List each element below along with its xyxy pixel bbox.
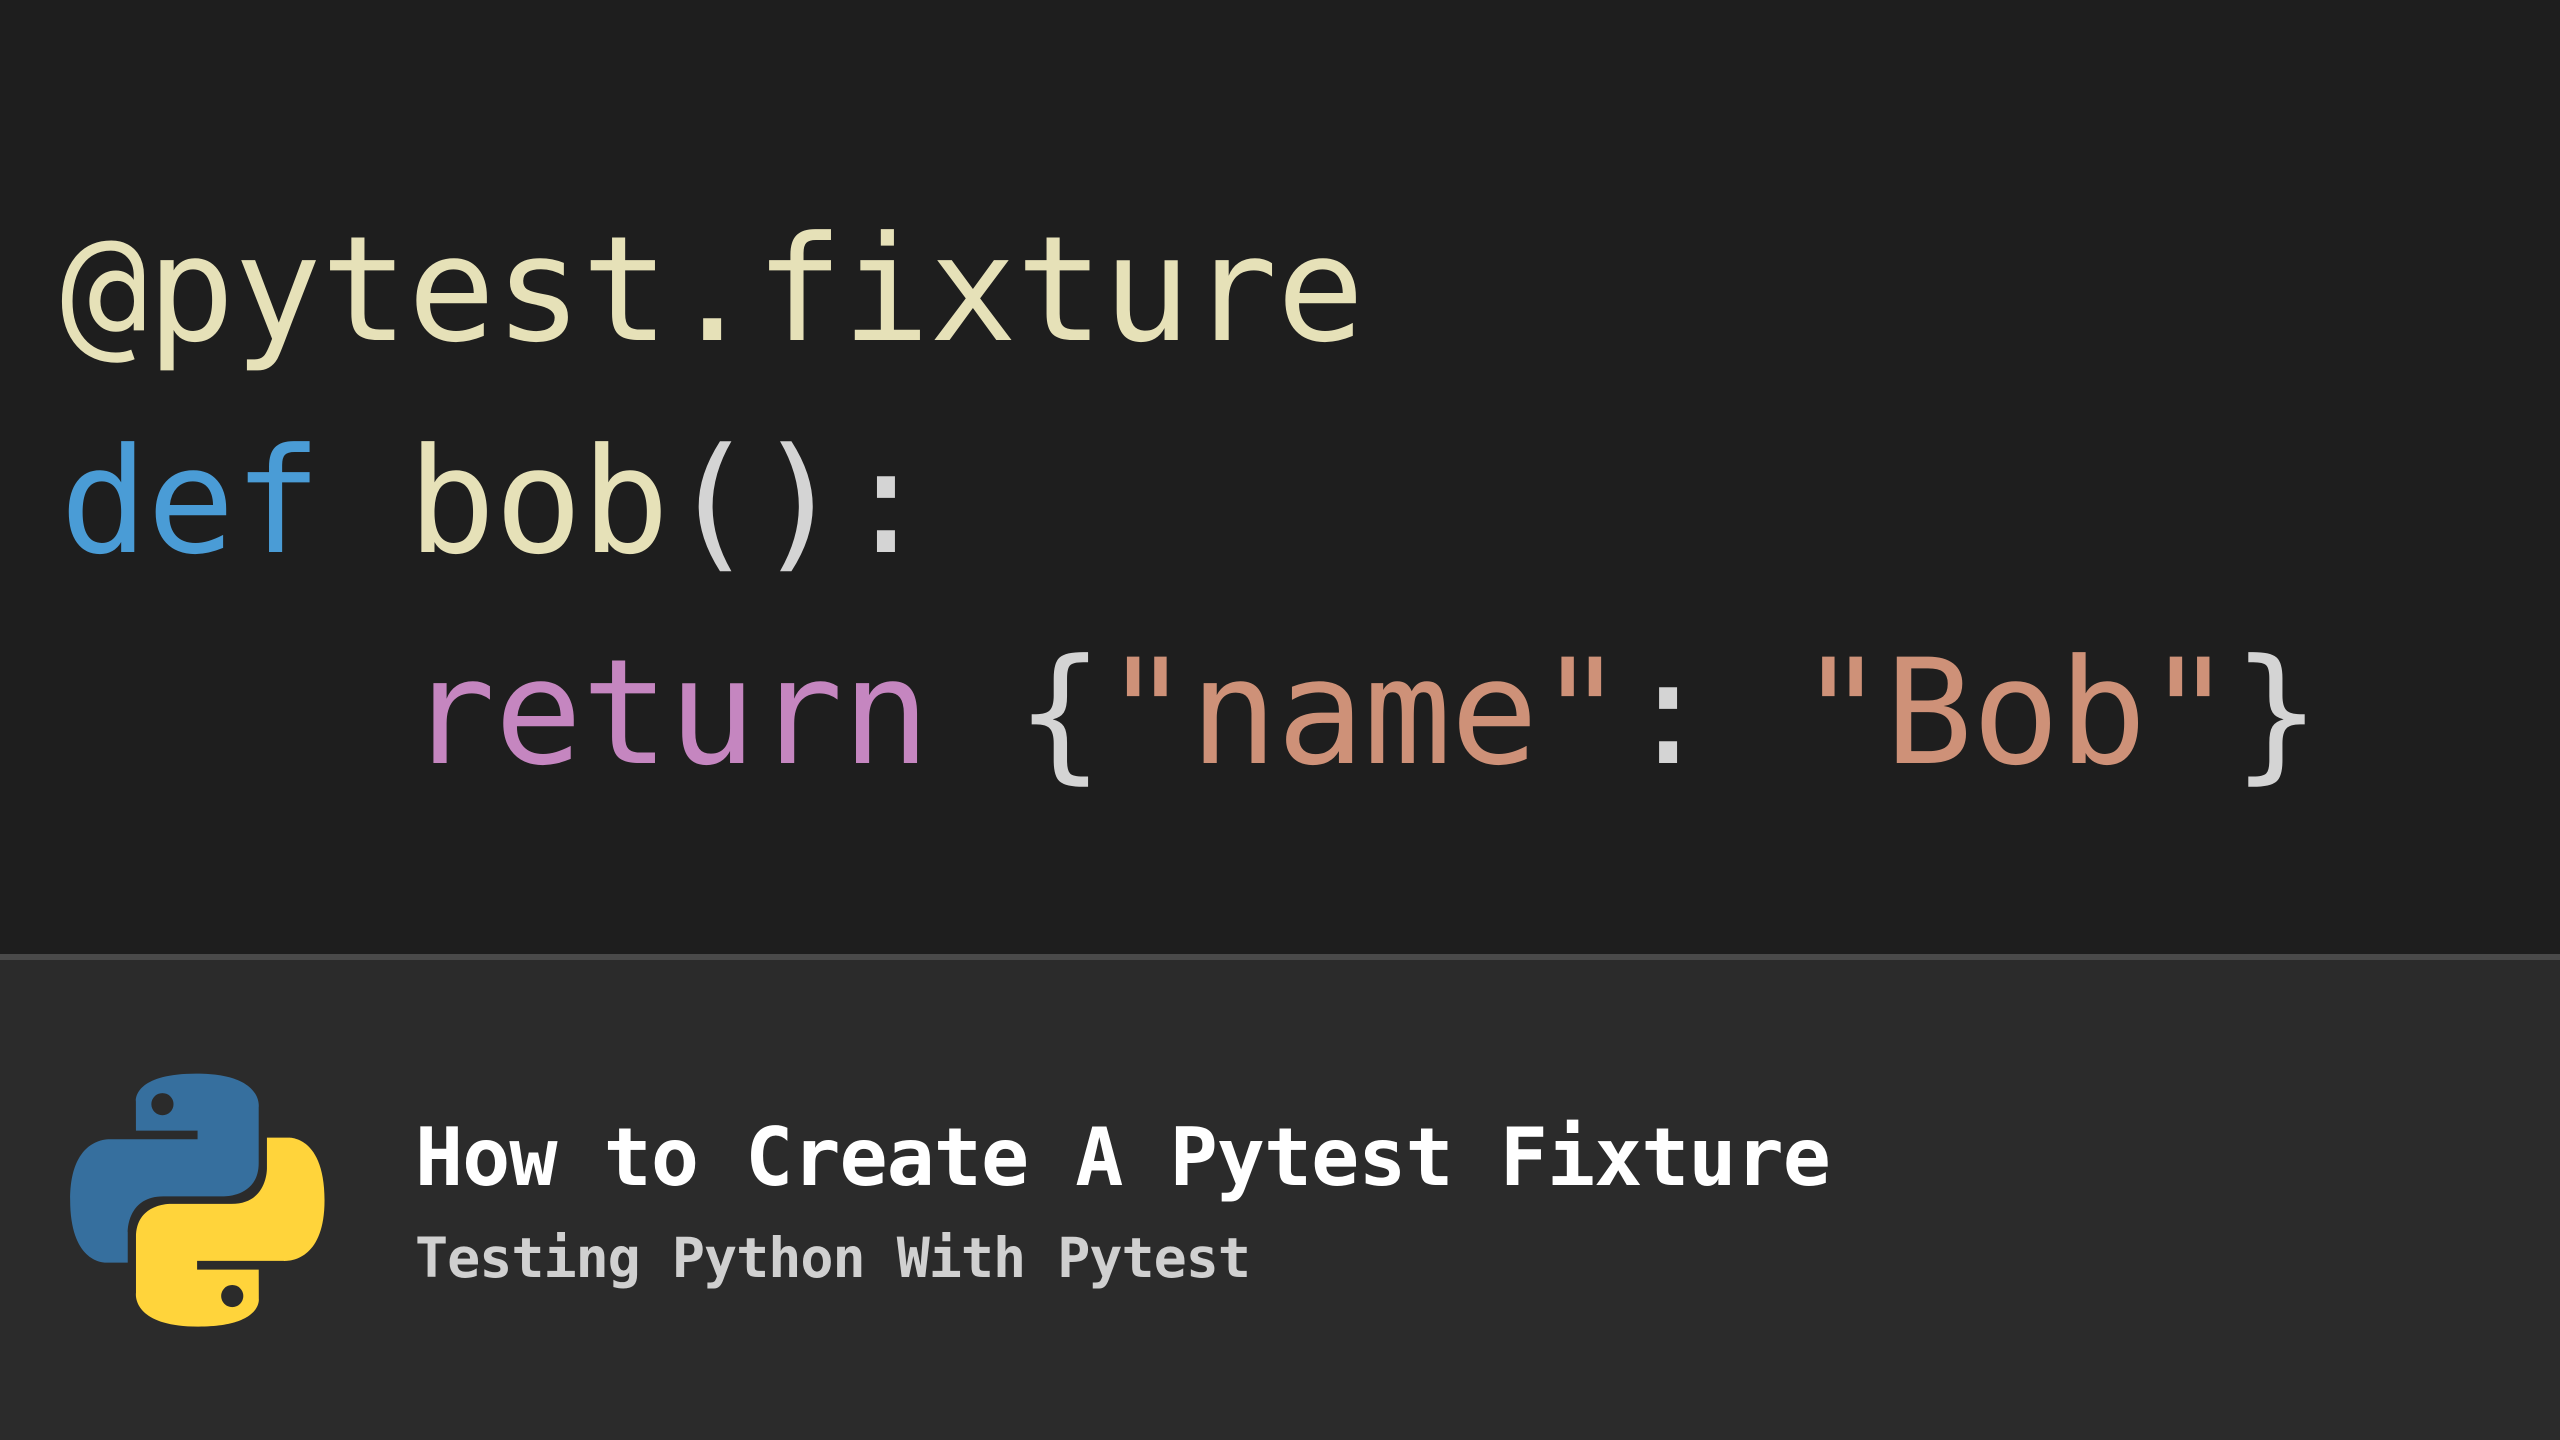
python-logo-icon — [70, 1073, 325, 1328]
code-line-return: return {"name": "Bob"} — [60, 608, 2500, 820]
parens-colon: (): — [668, 417, 929, 587]
footer-text: How to Create A Pytest Fixture Testing P… — [415, 1111, 1830, 1290]
dict-colon: : — [1624, 628, 1711, 798]
code-line-decorator: @pytest.fixture — [60, 185, 2500, 397]
indent — [60, 628, 408, 798]
page-subtitle: Testing Python With Pytest — [415, 1226, 1830, 1290]
page-title: How to Create A Pytest Fixture — [415, 1111, 1830, 1204]
decorator-token: @pytest.fixture — [60, 205, 1364, 375]
code-line-def: def bob(): — [60, 397, 2500, 609]
function-name: bob — [408, 417, 669, 587]
return-keyword: return — [408, 628, 929, 798]
brace-close: } — [2233, 628, 2320, 798]
footer: How to Create A Pytest Fixture Testing P… — [0, 960, 2560, 1440]
string-value: "Bob" — [1798, 628, 2233, 798]
def-keyword: def — [60, 417, 321, 587]
space — [929, 628, 1016, 798]
string-key: "name" — [1103, 628, 1624, 798]
code-area: @pytest.fixture def bob(): return {"name… — [0, 0, 2560, 954]
space — [321, 417, 408, 587]
brace-open: { — [1016, 628, 1103, 798]
space — [1711, 628, 1798, 798]
